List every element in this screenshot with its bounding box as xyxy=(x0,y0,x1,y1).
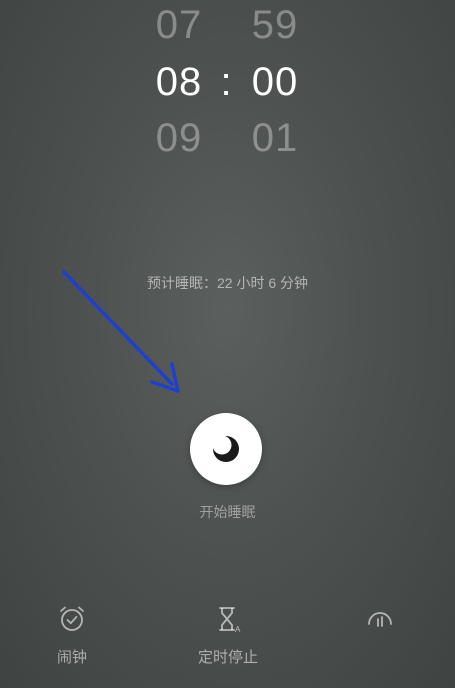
hour-previous[interactable]: 07 xyxy=(154,3,204,48)
sound-icon xyxy=(368,612,392,627)
nav-item-timer-stop[interactable]: A 定时停止 xyxy=(188,600,268,667)
nav-item-sound[interactable] xyxy=(348,600,412,646)
sleep-estimate: 预计睡眠：22 小时 6 分钟 xyxy=(146,275,309,291)
minute-previous[interactable]: 59 xyxy=(250,3,300,48)
hourglass-icon: A xyxy=(219,607,241,634)
nav-item-alarm[interactable]: 闹钟 xyxy=(40,600,104,667)
nav-label-alarm: 闹钟 xyxy=(56,649,87,666)
hour-next[interactable]: 09 xyxy=(154,116,204,161)
time-separator: : xyxy=(220,60,232,104)
bottom-nav: 闹钟 A 定时停止 xyxy=(0,600,455,688)
start-sleep-button[interactable] xyxy=(190,413,262,485)
time-picker[interactable]: 07 08 09 : 59 00 01 xyxy=(0,0,455,170)
svg-text:A: A xyxy=(235,625,241,634)
minute-next[interactable]: 01 xyxy=(250,116,300,161)
moon-icon xyxy=(212,435,239,462)
start-sleep-label: 开始睡眠 xyxy=(199,504,256,520)
alarm-clock-icon xyxy=(60,606,84,631)
hour-selected[interactable]: 08 xyxy=(154,60,204,105)
nav-label-timer-stop: 定时停止 xyxy=(197,649,258,666)
minute-selected[interactable]: 00 xyxy=(250,60,300,105)
